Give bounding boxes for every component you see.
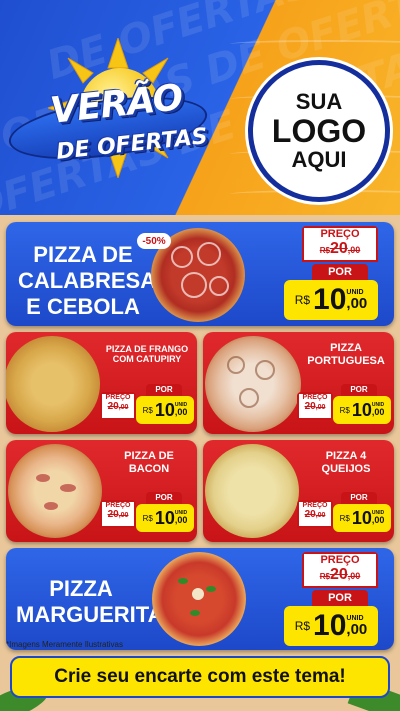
pizza-image bbox=[152, 552, 246, 646]
product-name: PIZZA 4 QUEIJOS bbox=[321, 450, 371, 475]
pizza-image bbox=[8, 444, 102, 538]
product-name: PIZZA MARGUERITA bbox=[16, 576, 164, 627]
logo-text-line2: LOGO bbox=[271, 112, 367, 149]
por-label: POR bbox=[341, 384, 377, 396]
disclaimer-note: *Imagens Meramente Ilustrativas bbox=[6, 640, 123, 649]
product-name-line3: E CEBOLA bbox=[26, 293, 140, 319]
por-label: POR bbox=[341, 492, 377, 504]
new-price: R$ 10 UNID ,00 bbox=[136, 504, 194, 532]
old-price-tag: PREÇO R$ 20,00 bbox=[302, 552, 378, 588]
product-card-bacon: PIZZA DE BACON POR PREÇO 20,00 R$ 10 UNI… bbox=[6, 440, 197, 542]
pizza-image bbox=[205, 444, 299, 538]
new-price: R$ 10 UNID ,00 bbox=[333, 396, 391, 424]
preco-label: PREÇO bbox=[304, 228, 376, 240]
product-card-frango: PIZZA DE FRANGO COM CATUPIRY POR PREÇO 2… bbox=[6, 332, 197, 434]
old-price: R$ 20,00 bbox=[319, 240, 361, 257]
pizza-image bbox=[205, 336, 301, 432]
flyer: OFERTAS DE OFERTAS OFERTAS DE OFERTAS DE… bbox=[0, 0, 400, 711]
new-price: R$ 10 UNID ,00 bbox=[136, 396, 194, 424]
product-name: PIZZA DE CALABRESA E CEBOLA bbox=[18, 242, 157, 320]
por-label: POR bbox=[312, 264, 368, 280]
product-card-marguerita: PIZZA MARGUERITA PREÇO R$ 20,00 POR R$ 10… bbox=[6, 548, 394, 650]
product-card-4-queijos: PIZZA 4 QUEIJOS POR PREÇO 20,00 R$ 10 UN… bbox=[203, 440, 394, 542]
logo-placeholder: SUA LOGO AQUI bbox=[248, 60, 390, 202]
product-name: PIZZA DE FRANGO COM CATUPIRY bbox=[105, 344, 189, 365]
por-label: POR bbox=[312, 590, 368, 606]
new-price: R$ 10 UNID ,00 bbox=[333, 504, 391, 532]
sun-emblem: VERÃO DE OFERTAS bbox=[5, 28, 211, 208]
new-price: R$ 10 UNID ,00 bbox=[284, 606, 378, 646]
cta-banner[interactable]: Crie seu encarte com este tema! bbox=[10, 656, 390, 698]
logo-text-line1: SUA bbox=[295, 88, 343, 114]
product-name: PIZZA DE BACON bbox=[124, 450, 174, 475]
por-label: POR bbox=[146, 492, 182, 504]
product-name: PIZZA PORTUGUESA bbox=[307, 342, 385, 367]
header-banner: OFERTAS DE OFERTAS OFERTAS DE OFERTAS DE… bbox=[0, 0, 400, 215]
new-price: R$ 10 UNID ,00 bbox=[284, 280, 378, 320]
product-card-portuguesa: PIZZA PORTUGUESA POR PREÇO 20,00 R$ 10 U… bbox=[203, 332, 394, 434]
por-label: POR bbox=[146, 384, 182, 396]
product-name-line2: CALABRESA bbox=[18, 267, 157, 293]
old-price-tag: PREÇO R$ 20,00 bbox=[302, 226, 378, 262]
pizza-image bbox=[6, 336, 100, 432]
old-price-tag: PREÇO 20,00 bbox=[100, 392, 136, 420]
product-name-line1: PIZZA DE bbox=[33, 242, 133, 267]
old-price-tag: PREÇO 20,00 bbox=[297, 392, 333, 420]
old-price-tag: PREÇO 20,00 bbox=[100, 500, 136, 528]
logo-text-line3: AQUI bbox=[291, 147, 347, 173]
old-price-tag: PREÇO 20,00 bbox=[297, 500, 333, 528]
product-card-calabresa: PIZZA DE CALABRESA E CEBOLA PREÇO R$ 20,0… bbox=[6, 222, 394, 326]
discount-badge: -50% bbox=[137, 233, 171, 249]
